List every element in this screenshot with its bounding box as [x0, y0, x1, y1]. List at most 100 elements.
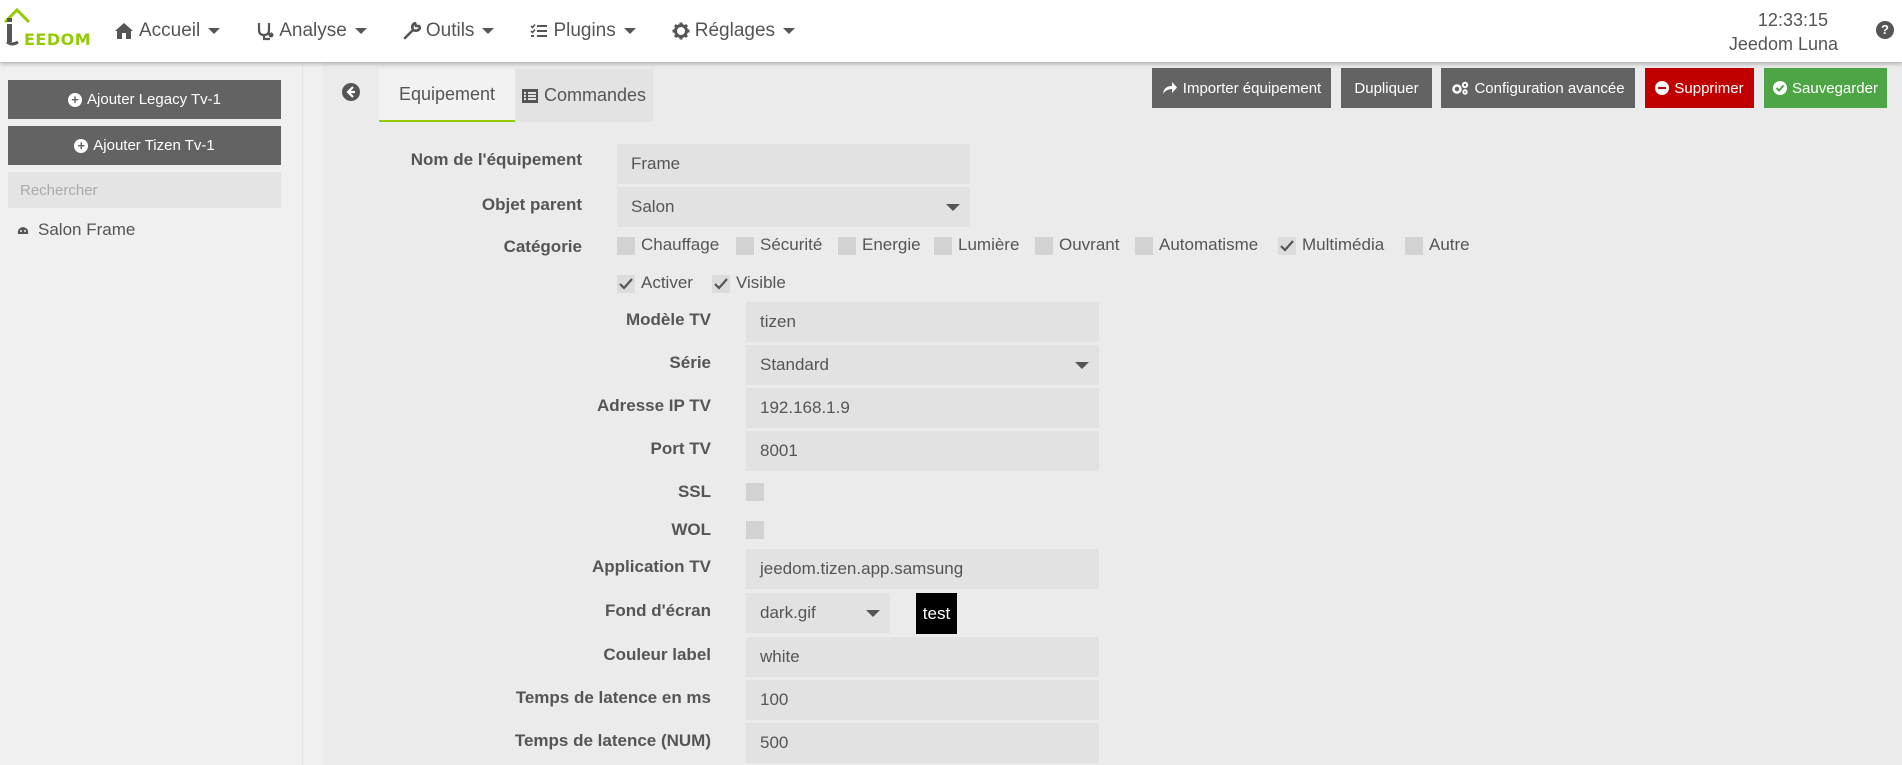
menu-analyse-label: Analyse	[279, 20, 347, 41]
tab-commandes-label: Commandes	[543, 85, 647, 105]
duplicate-button[interactable]: Dupliquer	[1341, 68, 1432, 108]
application-tv-input[interactable]: jeedom.tizen.app.samsung	[746, 549, 1099, 589]
wallpaper-label: Fond d'écran	[604, 601, 711, 620]
menu-plugins-label: Plugins	[553, 20, 616, 41]
plus-circle-icon: +	[74, 138, 89, 153]
chevron-down-icon	[783, 28, 796, 34]
top-navbar: EEDOM Accueil Analyse Outils Plugins Rég…	[0, 0, 1902, 62]
model-tv-input[interactable]: tizen	[746, 302, 1099, 342]
category-chauffage-checkbox[interactable]	[617, 237, 635, 255]
add-tizen-tv-label: Ajouter Tizen Tv-1	[93, 137, 215, 154]
model-label: Modèle TV	[625, 310, 711, 329]
category-ouvrant-label: Ouvrant	[1059, 235, 1120, 254]
add-tizen-tv-button[interactable]: + Ajouter Tizen Tv-1	[8, 126, 281, 165]
chevron-down-icon	[866, 610, 880, 617]
tab-commandes[interactable]: Commandes	[515, 69, 653, 122]
chevron-down-icon	[482, 28, 495, 34]
wallpaper-select[interactable]: dark.gif	[746, 593, 890, 633]
menu-reglages[interactable]: Réglages	[672, 0, 796, 62]
category-lumiere-checkbox[interactable]	[934, 237, 952, 255]
delete-button[interactable]: Supprimer	[1645, 68, 1754, 108]
latency-label: Temps de latence en ms	[515, 688, 711, 707]
list-icon	[521, 88, 538, 103]
chevron-down-icon	[1075, 362, 1089, 369]
jeedom-logo[interactable]: EEDOM	[2, 6, 92, 50]
chevron-down-icon	[623, 28, 636, 34]
category-autre-checkbox[interactable]	[1405, 237, 1423, 255]
parent-label: Objet parent	[481, 195, 582, 214]
equipment-name-input[interactable]: Frame	[617, 144, 970, 184]
share-icon	[1162, 82, 1177, 94]
ssl-checkbox[interactable]	[746, 483, 764, 501]
activer-label: Activer	[641, 273, 693, 292]
menu-analyse[interactable]: Analyse	[256, 0, 367, 62]
ip-label: Adresse IP TV	[596, 396, 711, 415]
main-panel: Equipement Commandes Importer équipement…	[323, 62, 1902, 765]
latency-num-input[interactable]: 500	[746, 723, 1099, 763]
serie-select[interactable]: Standard	[746, 345, 1099, 385]
category-energie-checkbox[interactable]	[838, 237, 856, 255]
parent-object-value: Salon	[631, 197, 675, 216]
chevron-down-icon	[208, 28, 221, 34]
add-legacy-tv-label: Ajouter Legacy Tv-1	[87, 91, 221, 108]
user-name[interactable]: Jeedom Luna	[1729, 32, 1838, 56]
chevron-down-icon	[354, 28, 367, 34]
category-energie-label: Energie	[862, 235, 921, 254]
latency-num-label: Temps de latence (NUM)	[514, 731, 711, 750]
latency-ms-input[interactable]: 100	[746, 680, 1099, 720]
wol-checkbox[interactable]	[746, 521, 764, 539]
category-securite-label: Sécurité	[760, 235, 823, 254]
serie-value: Standard	[760, 355, 829, 374]
sidebar-item-salon-frame[interactable]: Salon Frame	[16, 220, 135, 240]
category-automatisme-checkbox[interactable]	[1135, 237, 1153, 255]
sidebar: + Ajouter Legacy Tv-1 + Ajouter Tizen Tv…	[0, 62, 303, 765]
visible-label: Visible	[736, 273, 786, 292]
category-ouvrant-checkbox[interactable]	[1035, 237, 1053, 255]
check-circle-icon	[1773, 81, 1788, 95]
clock-time: 12:33:15	[1757, 10, 1828, 30]
logo-text: EEDOM	[24, 30, 92, 49]
checkmark-icon	[619, 278, 633, 290]
activer-checkbox[interactable]	[617, 275, 635, 293]
help-icon[interactable]: ?	[1876, 21, 1894, 39]
category-multimedia-checkbox[interactable]	[1278, 237, 1296, 255]
port-input[interactable]: 8001	[746, 431, 1099, 471]
menu-outils-label: Outils	[425, 20, 475, 41]
advanced-config-button[interactable]: Configuration avancée	[1441, 68, 1635, 108]
category-autre-label: Autre	[1429, 235, 1470, 254]
color-label: Couleur label	[603, 645, 711, 664]
menu-outils[interactable]: Outils	[403, 0, 495, 62]
import-equipment-button[interactable]: Importer équipement	[1152, 68, 1331, 108]
chevron-down-icon	[946, 204, 960, 211]
search-input[interactable]	[8, 172, 281, 208]
label-color-input[interactable]: white	[746, 637, 1099, 677]
category-label: Catégorie	[503, 237, 582, 256]
menu-reglages-label: Réglages	[694, 20, 776, 41]
minus-circle-icon	[1655, 81, 1670, 95]
tab-equipement[interactable]: Equipement	[379, 69, 515, 122]
visible-checkbox[interactable]	[712, 275, 730, 293]
category-securite-checkbox[interactable]	[736, 237, 754, 255]
add-legacy-tv-button[interactable]: + Ajouter Legacy Tv-1	[8, 80, 281, 119]
back-arrow-icon[interactable]	[342, 83, 360, 101]
parent-object-select[interactable]: Salon	[617, 187, 970, 227]
menu-plugins[interactable]: Plugins	[530, 0, 636, 62]
plus-circle-icon: +	[68, 92, 83, 107]
wallpaper-value: dark.gif	[760, 603, 816, 622]
stethoscope-icon	[258, 23, 274, 41]
main-menu: Accueil Analyse Outils Plugins Réglages	[114, 0, 831, 62]
save-button[interactable]: Sauvegarder	[1764, 68, 1887, 108]
menu-accueil[interactable]: Accueil	[114, 0, 221, 62]
serie-label: Série	[669, 353, 711, 372]
ssl-label: SSL	[677, 482, 711, 501]
menu-accueil-label: Accueil	[139, 20, 201, 41]
wallpaper-preview: test	[916, 593, 957, 634]
app-label: Application TV	[592, 557, 711, 576]
checkmark-icon	[714, 278, 728, 290]
category-automatisme-label: Automatisme	[1159, 235, 1259, 254]
tasks-icon	[530, 23, 548, 37]
ip-address-input[interactable]: 192.168.1.9	[746, 388, 1099, 428]
category-lumiere-label: Lumière	[958, 235, 1020, 254]
wrench-icon	[403, 22, 421, 40]
tv-icon	[17, 227, 29, 234]
